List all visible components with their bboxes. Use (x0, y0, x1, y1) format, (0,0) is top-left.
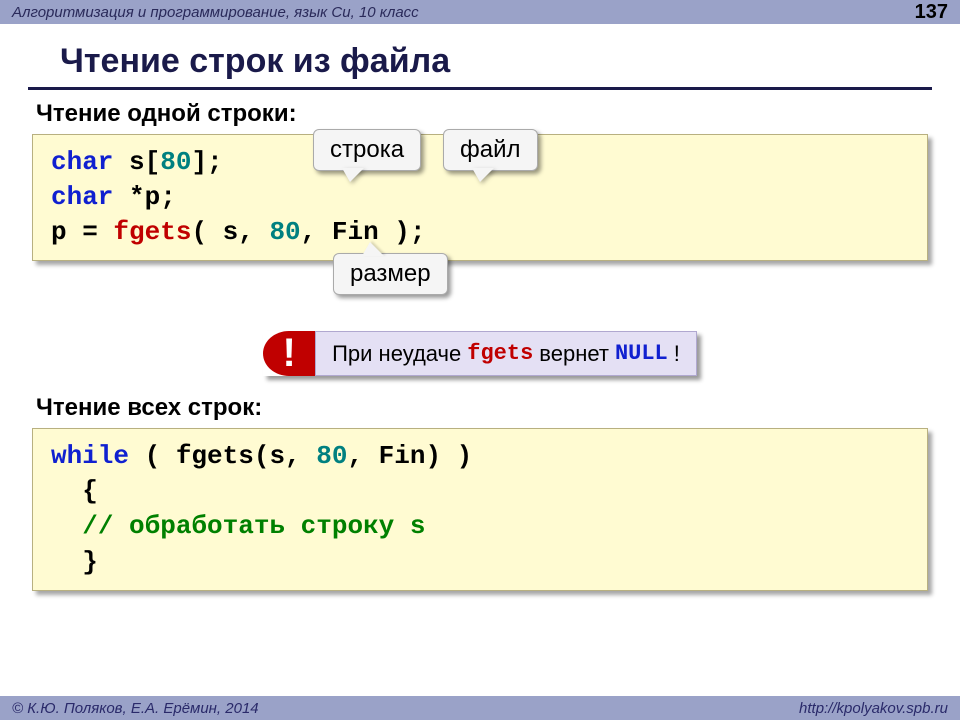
code-text: { (51, 474, 909, 509)
code-text: } (51, 545, 909, 580)
callout-label: размер (350, 260, 431, 287)
section1-label: Чтение одной строки: (36, 100, 928, 128)
page-number: 137 (915, 1, 948, 24)
callout-label: строка (330, 136, 404, 163)
course-label: Алгоритмизация и программирование, язык … (12, 4, 419, 21)
footer-url: http://kpolyakov.spb.ru (799, 700, 948, 717)
kw-char: char (51, 147, 113, 177)
note-row: ! При неудаче fgets вернет NULL ! (32, 331, 928, 376)
page-title: Чтение строк из файла (28, 24, 932, 90)
callout-stroka: строка (313, 129, 421, 171)
code-comment: // обработать строку s (82, 511, 425, 541)
footer-bar: © К.Ю. Поляков, Е.А. Ерёмин, 2014 http:/… (0, 696, 960, 720)
header-bar: Алгоритмизация и программирование, язык … (0, 0, 960, 24)
code-text: , Fin) ) (347, 441, 472, 471)
note-null: NULL (615, 341, 668, 366)
num-80: 80 (269, 217, 300, 247)
fn-fgets: fgets (113, 217, 191, 247)
note-box: ! При неудаче fgets вернет NULL ! (263, 331, 697, 376)
callout-file: файл (443, 129, 538, 171)
section2-label: Чтение всех строк: (36, 394, 928, 422)
content-area: Чтение одной строки: char s[80]; char *p… (0, 100, 960, 591)
kw-char: char (51, 182, 113, 212)
callout-label: файл (460, 136, 521, 163)
code-text: ( s, (191, 217, 269, 247)
note-text: При неудаче (332, 341, 461, 367)
code-block-1: char s[80]; char *p; p = fgets( s, 80, F… (32, 134, 928, 261)
footer-copyright: © К.Ю. Поляков, Е.А. Ерёмин, 2014 (12, 700, 259, 717)
num-80: 80 (316, 441, 347, 471)
code-text: p = (51, 217, 113, 247)
callout-size: размер (333, 253, 448, 295)
kw-while: while (51, 441, 129, 471)
warning-icon: ! (263, 331, 315, 376)
num-80: 80 (160, 147, 191, 177)
code-block-2: while ( fgets(s, 80, Fin) ) { // обработ… (32, 428, 928, 590)
code-text: *p; (113, 182, 175, 212)
code-text: ]; (191, 147, 222, 177)
code-text: s[ (113, 147, 160, 177)
code-text: ( fgets(s, (129, 441, 316, 471)
note-text: ! (674, 341, 680, 367)
note-text: вернет (539, 341, 609, 367)
code-indent (51, 511, 82, 541)
note-body: При неудаче fgets вернет NULL ! (315, 331, 697, 376)
note-fgets: fgets (467, 341, 533, 366)
